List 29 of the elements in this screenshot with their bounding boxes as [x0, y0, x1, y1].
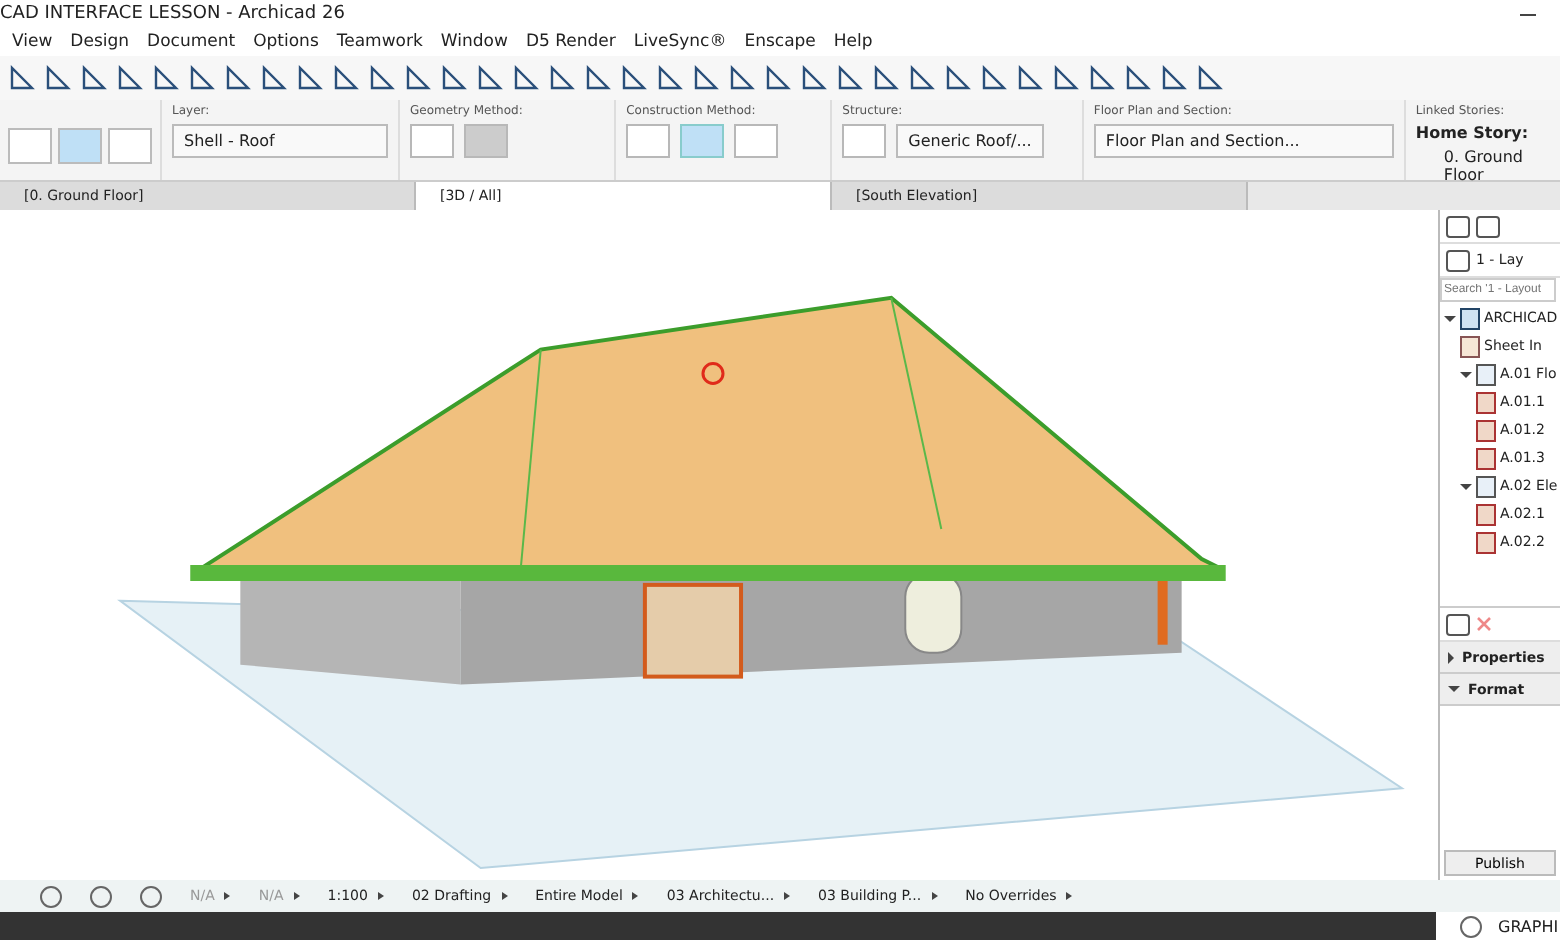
home-story-label: Home Story: [1415, 124, 1531, 142]
sheet-icon [1460, 335, 1480, 357]
angle-tool-icon[interactable] [116, 64, 144, 92]
pdf-icon [1476, 419, 1496, 441]
menu-item[interactable]: D5 Render [525, 32, 616, 52]
window-title: CAD INTERFACE LESSON - Archicad 26 [0, 4, 345, 24]
angle-tool-icon[interactable] [152, 64, 180, 92]
pdf-icon [1476, 531, 1496, 553]
menu-item[interactable]: Window [440, 32, 508, 52]
menu-item[interactable]: Enscape [744, 32, 816, 52]
pdf-icon [1476, 391, 1496, 413]
menu-item[interactable]: LiveSync® [633, 32, 727, 52]
menu-item[interactable]: View [12, 32, 53, 52]
pdf-icon [1476, 447, 1496, 469]
pdf-icon [1476, 503, 1496, 525]
structure-dropdown[interactable]: Generic Roof/... [896, 124, 1044, 158]
menu-item[interactable]: Options [253, 32, 319, 52]
menu-item[interactable]: Design [70, 32, 130, 52]
menu-item[interactable]: Help [833, 32, 873, 52]
footer-label: GRAPHI [1498, 917, 1559, 935]
layer-dropdown[interactable]: Shell - Roof [172, 124, 388, 158]
folder-icon [1476, 363, 1496, 385]
floor-plan-dropdown[interactable]: Floor Plan and Section... [1093, 124, 1394, 158]
folder-icon [1476, 475, 1496, 497]
book-icon [1460, 307, 1480, 329]
home-story-value[interactable]: 0. Ground Floor [1415, 148, 1550, 184]
minimize-icon[interactable] [1520, 13, 1536, 15]
menu-item[interactable]: Teamwork [336, 32, 423, 52]
menu-item[interactable]: Document [147, 32, 236, 52]
